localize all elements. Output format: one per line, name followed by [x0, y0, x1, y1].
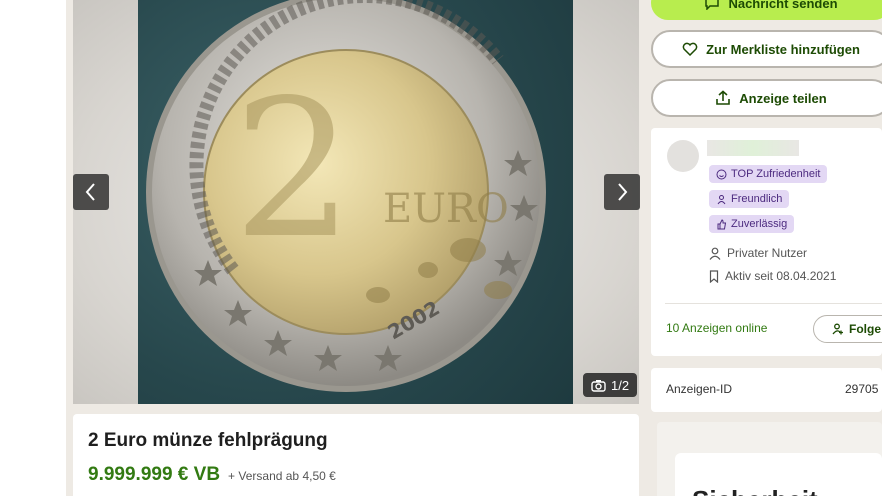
active-since-text: Aktiv seit 08.04.2021 [725, 269, 837, 283]
bookmark-icon [709, 269, 719, 283]
ad-id-card: Anzeigen-ID 29705 [651, 368, 882, 412]
listing-photo[interactable]: 2 EURO 2002 [138, 0, 573, 404]
follow-label: Folge [849, 322, 881, 336]
badge-label: Zuverlässig [731, 218, 788, 230]
badge-label: TOP Zufriedenheit [731, 168, 821, 180]
badge-reliable: Zuverlässig [709, 215, 795, 233]
chevron-left-icon [85, 183, 95, 201]
share-label: Anzeige teilen [739, 90, 827, 106]
thumbs-up-icon [717, 218, 727, 229]
chat-icon [705, 0, 720, 10]
follow-button[interactable]: Folge [813, 315, 882, 343]
badge-label: Freundlich [731, 193, 783, 205]
seller-card: TOP Zufriedenheit Freundlich Zuverlässig… [651, 128, 882, 356]
ads-online-link[interactable]: 10 Anzeigen online [666, 321, 767, 335]
camera-icon [591, 379, 606, 392]
next-image-button[interactable] [604, 174, 640, 210]
heart-icon [682, 42, 698, 56]
user-icon [709, 247, 721, 260]
badge-friendly: Freundlich [709, 190, 790, 208]
send-message-label: Nachricht senden [728, 0, 838, 11]
avatar[interactable] [667, 140, 699, 172]
listing-title-card: 2 Euro münze fehlprägung 9.999.999 € VB … [73, 414, 639, 496]
left-gutter [0, 0, 66, 496]
seller-type: Privater Nutzer [709, 246, 807, 260]
seller-type-text: Privater Nutzer [727, 246, 808, 260]
image-gallery[interactable]: 2 EURO 2002 [73, 0, 639, 404]
share-icon [716, 90, 731, 105]
ad-id-value: 29705 [845, 382, 879, 396]
seller-name-blurred[interactable] [707, 140, 799, 156]
watchlist-label: Zur Merkliste hinzufügen [706, 41, 860, 57]
chevron-right-icon [618, 183, 628, 201]
share-button[interactable]: Anzeige teilen [651, 79, 882, 117]
user-plus-icon [832, 323, 843, 335]
image-counter-text: 1/2 [611, 377, 630, 393]
previous-image-button[interactable] [73, 174, 109, 210]
send-message-button[interactable]: Nachricht senden [651, 0, 882, 20]
ad-id-label: Anzeigen-ID [666, 382, 733, 396]
coin-image: 2 EURO 2002 [146, 0, 546, 392]
shipping-info: + Versand ab 4,50 € [228, 469, 336, 483]
person-wave-icon [717, 194, 726, 204]
listing-price: 9.999.999 € VB [88, 464, 221, 485]
coin-unit: EURO [383, 186, 509, 232]
listing-title: 2 Euro münze fehlprägung [88, 430, 328, 451]
badge-top-satisfaction: TOP Zufriedenheit [709, 165, 828, 183]
divider [665, 303, 882, 304]
image-counter: 1/2 [583, 373, 638, 397]
watchlist-button[interactable]: Zur Merkliste hinzufügen [651, 30, 882, 68]
safety-heading: Sicherheit [692, 485, 818, 496]
seller-active-since: Aktiv seit 08.04.2021 [709, 269, 836, 283]
coin-denomination: 2 [233, 59, 354, 280]
smiley-icon [716, 169, 727, 179]
